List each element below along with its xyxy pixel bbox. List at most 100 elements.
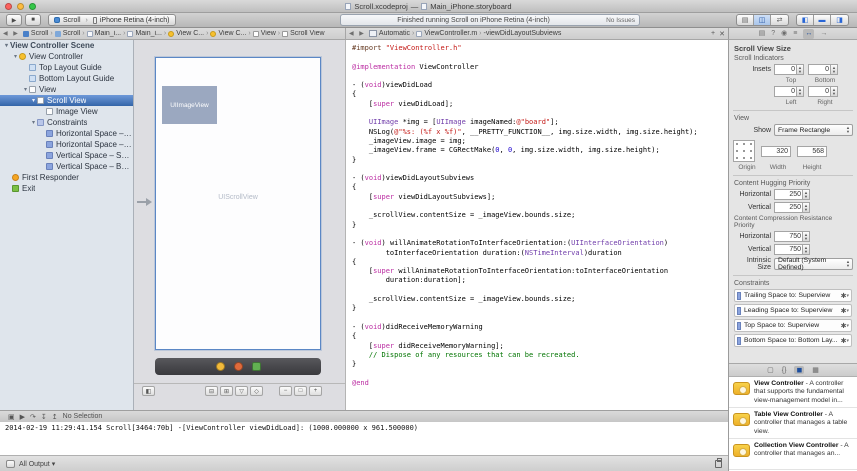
constraint-row[interactable]: Bottom Space to: Bottom Lay... ✱▾	[734, 334, 852, 347]
code-snippet-library-tab[interactable]: {}	[782, 367, 787, 374]
stepper-icon[interactable]: ▲▼	[802, 232, 809, 241]
hide-debug-area-button[interactable]: ▣	[8, 413, 15, 421]
show-popup[interactable]: Frame Rectangle ▲▼	[774, 124, 853, 136]
source-editor[interactable]: #import "ViewController.h"@implementatio…	[345, 40, 728, 410]
compression-vertical-field[interactable]: 750▲▼	[774, 244, 810, 255]
inset-right-field[interactable]: 0▲▼	[808, 86, 838, 97]
constraint-row[interactable]: Trailing Space to: Superview ✱▾	[734, 289, 852, 302]
breadcrumb-automatic[interactable]: Automatic	[379, 30, 410, 37]
console-filter-icon[interactable]	[6, 460, 15, 468]
history-back-forward[interactable]: ◀ ▶	[349, 30, 366, 37]
breadcrumb[interactable]: Scroll	[23, 30, 49, 37]
outline-item-scroll-view[interactable]: ▾ Scroll View	[0, 95, 133, 106]
align-button[interactable]: ⊟	[205, 386, 218, 396]
clear-console-button[interactable]	[715, 460, 722, 468]
step-into-button[interactable]: ↧	[41, 413, 47, 421]
outline-scene-header[interactable]: ▾ View Controller Scene	[0, 40, 133, 51]
breadcrumb[interactable]: Main_i...	[87, 30, 121, 37]
resizing-behavior-button[interactable]: ◇	[250, 386, 263, 396]
debug-location-popup[interactable]: No Selection	[63, 413, 103, 420]
media-library-tab[interactable]: ▦	[812, 366, 819, 374]
breadcrumb[interactable]: View C...	[168, 30, 204, 37]
console-output[interactable]: 2014-02-19 11:29:41.154 Scroll[3464:70b]…	[0, 422, 728, 455]
initial-view-controller-arrow[interactable]	[137, 198, 152, 206]
stepper-icon[interactable]: ▲▼	[802, 245, 809, 254]
inset-bottom-field[interactable]: 0▲▼	[808, 64, 838, 75]
outline-item-view[interactable]: ▾ View	[0, 84, 133, 95]
view-controller-canvas[interactable]: UIImageView UIScrollView	[155, 57, 321, 350]
connections-inspector-tab[interactable]: →	[820, 29, 827, 39]
zoom-out-button[interactable]: −	[279, 386, 292, 396]
scheme-selector[interactable]: Scroll › iPhone Retina (4-inch)	[48, 14, 176, 26]
identity-inspector-tab[interactable]: ◉	[781, 29, 787, 39]
step-over-button[interactable]: ↷	[30, 413, 36, 421]
stepper-icon[interactable]: ▲▼	[830, 87, 837, 96]
history-back-forward[interactable]: ◀ ▶	[3, 30, 20, 37]
constraint-row[interactable]: Leading Space to: Superview ✱▾	[734, 304, 852, 317]
add-assistant-editor-button[interactable]: +	[711, 30, 715, 38]
width-field[interactable]: 320	[761, 146, 791, 157]
toggle-navigator-button[interactable]: ◧	[797, 15, 814, 25]
stepper-icon[interactable]: ▲▼	[796, 65, 803, 74]
toggle-document-outline-button[interactable]: ◧	[142, 386, 155, 396]
breadcrumb[interactable]: Scroll	[55, 30, 81, 37]
hugging-horizontal-field[interactable]: 250▲▼	[774, 189, 810, 200]
quick-help-inspector-tab[interactable]: ?	[771, 29, 775, 39]
outline-item-view-controller[interactable]: ▾ View Controller	[0, 51, 133, 62]
image-view-on-canvas[interactable]: UIImageView	[162, 86, 217, 124]
run-button[interactable]: ▶	[6, 14, 22, 26]
stop-button[interactable]: ■	[25, 14, 41, 26]
outline-item-exit[interactable]: Exit	[0, 183, 133, 194]
compression-horizontal-field[interactable]: 750▲▼	[774, 231, 810, 242]
breadcrumb[interactable]: View C...	[210, 30, 246, 37]
library-item-collection-view-controller[interactable]: Collection View Controller - A controlle…	[729, 439, 857, 470]
file-template-library-tab[interactable]: ▢	[767, 366, 774, 374]
outline-item-constraint[interactable]: Horizontal Space – Scr...	[0, 139, 133, 150]
stepper-icon[interactable]: ▲▼	[796, 87, 803, 96]
toggle-utilities-button[interactable]: ◨	[831, 15, 848, 25]
breadcrumb[interactable]: Main_i...	[127, 30, 161, 37]
assistant-editor-button[interactable]: ◫	[754, 15, 771, 25]
exit-dock-icon[interactable]	[252, 362, 261, 371]
stepper-icon[interactable]: ▲▼	[802, 203, 809, 212]
attributes-inspector-tab[interactable]: ≡	[793, 29, 797, 39]
output-filter-popup[interactable]: All Output ▾	[19, 460, 55, 468]
origin-selector[interactable]	[733, 140, 755, 162]
ib-canvas[interactable]: UIImageView UIScrollView ◧ ⊟ ⊞ ▽ ◇ − □ +	[134, 40, 345, 410]
outline-item-constraints[interactable]: ▾ Constraints	[0, 117, 133, 128]
constraint-row[interactable]: Top Space to: Superview ✱▾	[734, 319, 852, 332]
outline-item-constraint[interactable]: Vertical Space – Scroll...	[0, 150, 133, 161]
close-assistant-editor-button[interactable]: ✕	[719, 30, 725, 38]
disclosure-triangle-icon[interactable]: ▾	[30, 97, 37, 104]
disclosure-triangle-icon[interactable]: ▾	[12, 53, 19, 60]
toggle-debug-area-button[interactable]: ▬	[814, 15, 831, 25]
continue-button[interactable]: ▶	[20, 413, 25, 421]
size-inspector-tab[interactable]: ↔	[803, 29, 814, 39]
first-responder-dock-icon[interactable]	[234, 362, 243, 371]
stepper-icon[interactable]: ▲▼	[830, 65, 837, 74]
hugging-vertical-field[interactable]: 250▲▼	[774, 202, 810, 213]
object-library-tab[interactable]: ◼	[794, 366, 804, 374]
zoom-in-button[interactable]: +	[309, 386, 322, 396]
disclosure-triangle-icon[interactable]: ▾	[30, 119, 37, 126]
file-inspector-tab[interactable]: ▤	[759, 29, 766, 39]
height-field[interactable]: 568	[797, 146, 827, 157]
disclosure-triangle-icon[interactable]: ▾	[22, 86, 29, 93]
outline-item-constraint[interactable]: Horizontal Space – Vi...	[0, 128, 133, 139]
outline-item-first-responder[interactable]: First Responder	[0, 172, 133, 183]
version-editor-button[interactable]: ⇄	[771, 15, 788, 25]
resolve-auto-layout-button[interactable]: ▽	[235, 386, 248, 396]
pin-button[interactable]: ⊞	[220, 386, 233, 396]
breadcrumb-file[interactable]: ViewController.m	[416, 30, 477, 37]
intrinsic-size-popup[interactable]: Default (System Defined) ▲▼	[774, 258, 853, 270]
breadcrumb-method[interactable]: -viewDidLayoutSubviews	[484, 30, 562, 37]
outline-item-image-view[interactable]: Image View	[0, 106, 133, 117]
library-item-view-controller[interactable]: View Controller - A controller that supp…	[729, 377, 857, 408]
zoom-fit-button[interactable]: □	[294, 386, 307, 396]
stepper-icon[interactable]: ▲▼	[802, 190, 809, 199]
outline-item-bottom-layout-guide[interactable]: Bottom Layout Guide	[0, 73, 133, 84]
breadcrumb[interactable]: View	[253, 30, 276, 37]
outline-item-constraint[interactable]: Vertical Space – Botto...	[0, 161, 133, 172]
step-out-button[interactable]: ↥	[52, 413, 58, 421]
disclosure-triangle-icon[interactable]: ▾	[3, 42, 10, 49]
